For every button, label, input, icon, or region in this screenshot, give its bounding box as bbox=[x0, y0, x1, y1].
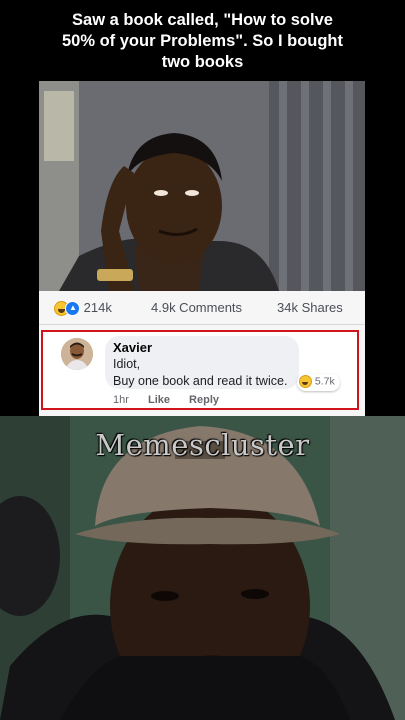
shares-count[interactable]: 34k Shares bbox=[277, 300, 343, 315]
comment-time: 1hr bbox=[113, 394, 129, 406]
comment-actions: 1hr Like Reply bbox=[113, 394, 235, 406]
facebook-post-card: 214k 4.9k Comments 34k Shares Xavier Idi… bbox=[39, 291, 365, 416]
haha-emoji-icon bbox=[299, 375, 312, 388]
comment-reaction-badge[interactable]: 5.7k bbox=[297, 374, 340, 391]
comment-bubble: Xavier Idiot, Buy one book and read it t… bbox=[105, 336, 299, 389]
avatar[interactable] bbox=[61, 338, 93, 370]
roll-safe-photo bbox=[39, 81, 365, 291]
comments-count[interactable]: 4.9k Comments bbox=[151, 300, 242, 315]
comment-text-line-2: Buy one book and read it twice. bbox=[113, 374, 288, 388]
like-icon bbox=[65, 301, 80, 317]
comment-author[interactable]: Xavier bbox=[113, 340, 152, 355]
comment-text-line-1: Idiot, bbox=[113, 357, 141, 371]
like-button[interactable]: Like bbox=[148, 394, 170, 406]
highlighted-comment: Xavier Idiot, Buy one book and read it t… bbox=[41, 330, 359, 410]
post-reactions-bar: 214k 4.9k Comments 34k Shares bbox=[39, 291, 365, 325]
reaction-summary[interactable]: 214k bbox=[54, 300, 112, 317]
watermark: Memescluster bbox=[95, 428, 310, 462]
caption-line-3: two books bbox=[161, 53, 244, 71]
meme-caption: Saw a book called, "How to solve 50% of … bbox=[0, 10, 405, 73]
comment-reaction-count: 5.7k bbox=[314, 375, 335, 388]
reaction-count: 214k bbox=[83, 300, 112, 315]
caption-line-1: Saw a book called, "How to solve bbox=[72, 11, 333, 29]
reply-button[interactable]: Reply bbox=[189, 394, 219, 406]
caption-line-2: 50% of your Problems". So I bought bbox=[61, 32, 343, 50]
